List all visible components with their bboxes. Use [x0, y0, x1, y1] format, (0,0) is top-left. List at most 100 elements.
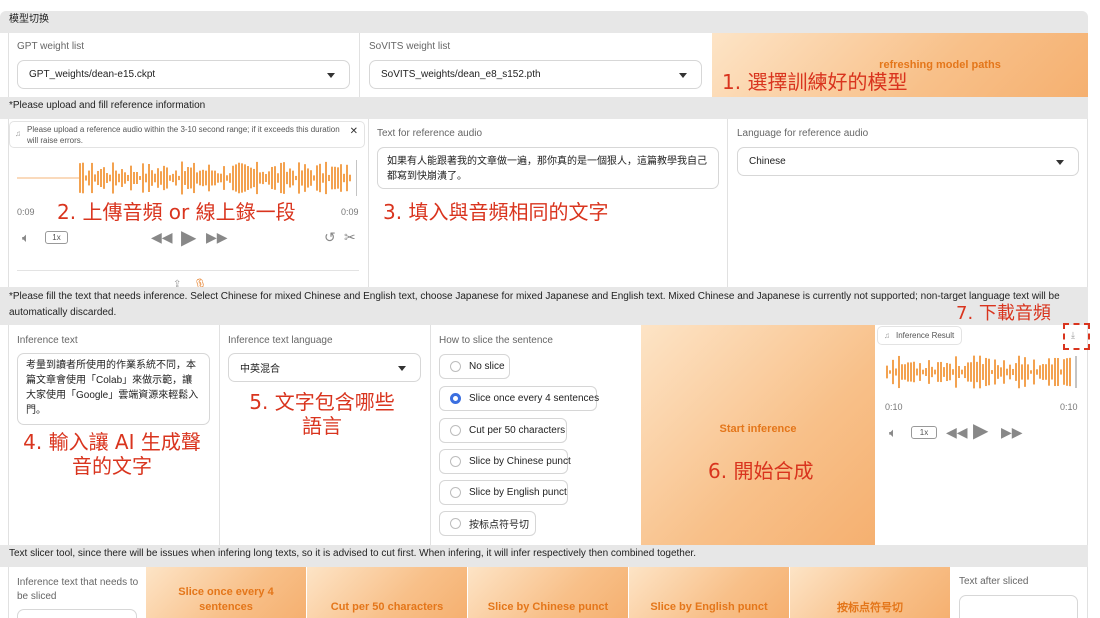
- start-inference-label: Start inference: [719, 423, 797, 435]
- annotation-3: 3. 填入與音頻相同的文字: [383, 200, 609, 224]
- annotation-1: 1. 選擇訓練好的模型: [722, 70, 908, 94]
- option-label: Cut per 50 characters: [469, 425, 566, 436]
- radio-selected-icon: [450, 393, 461, 404]
- slice-option-punctuation[interactable]: 按标点符号切: [439, 511, 536, 536]
- playback-speed-button[interactable]: 1x: [911, 426, 937, 439]
- waveform-graphic: [17, 160, 358, 196]
- undo-icon[interactable]: ↺: [324, 229, 336, 246]
- button-label: Slice by Chinese punct: [487, 600, 609, 613]
- slicer-button-english-punct[interactable]: Slice by English punct: [629, 567, 789, 618]
- divider: [727, 119, 728, 287]
- music-note-icon: ♫: [884, 331, 890, 340]
- divider: [17, 270, 359, 271]
- chevron-down-icon: [398, 365, 406, 371]
- button-label: Cut per 50 characters: [330, 600, 444, 613]
- slicer-input-field[interactable]: [17, 609, 137, 618]
- download-highlight: [1063, 323, 1090, 350]
- waveform-bars: [886, 355, 1071, 389]
- gpt-weight-select[interactable]: GPT_weights/dean-e15.ckpt: [17, 60, 350, 89]
- sovits-weight-select[interactable]: SoVITS_weights/dean_e8_s152.pth: [369, 60, 702, 89]
- annotation-7: 7. 下載音頻: [956, 303, 1051, 324]
- annotation-6: 6. 開始合成: [708, 459, 814, 483]
- slicer-button-punctuation[interactable]: 按标点符号切: [790, 567, 950, 618]
- inference-text-label: Inference text: [17, 335, 78, 346]
- reference-language-select[interactable]: Chinese: [737, 147, 1079, 176]
- inference-language-select[interactable]: 中英混合: [228, 353, 421, 382]
- chevron-down-icon: [679, 72, 687, 78]
- option-label: 按标点符号切: [469, 520, 529, 531]
- slice-option-chinese-punct[interactable]: Slice by Chinese punct: [439, 449, 571, 474]
- current-time: 0:09: [17, 207, 35, 217]
- volume-icon[interactable]: 🔈︎: [889, 425, 897, 441]
- divider: [359, 33, 360, 97]
- fast-forward-icon[interactable]: ▶▶: [206, 229, 228, 246]
- gpt-label: GPT weight list: [17, 41, 85, 52]
- duration: 0:09: [341, 207, 359, 217]
- section-header-model: 模型切换: [0, 11, 1088, 33]
- section-header-reference: *Please upload and fill reference inform…: [0, 97, 1088, 119]
- radio-icon: [450, 487, 461, 498]
- option-label: Slice by English punct: [469, 487, 567, 498]
- chevron-down-icon: [327, 72, 335, 78]
- radio-icon: [450, 361, 461, 372]
- slice-option-50-chars[interactable]: Cut per 50 characters: [439, 418, 567, 443]
- button-label: 按标点符号切: [837, 601, 903, 614]
- reference-waveform[interactable]: [17, 158, 358, 198]
- slice-option-no-slice[interactable]: No slice: [439, 354, 510, 379]
- section-title: Text slicer tool, since there will be is…: [9, 548, 696, 559]
- button-label: Slice once every 4 sentences: [178, 585, 274, 613]
- slicer-input-label: Inference text that needs to be sliced: [17, 577, 139, 602]
- music-note-icon: ♫: [15, 129, 21, 138]
- duration: 0:10: [1060, 402, 1078, 412]
- option-label: Slice once every 4 sentences: [469, 393, 600, 404]
- volume-icon[interactable]: 🔈︎: [22, 230, 30, 246]
- play-icon[interactable]: ▶: [973, 421, 988, 441]
- inference-language-label: Inference text language: [228, 335, 333, 346]
- playback-speed-button[interactable]: 1x: [45, 231, 68, 244]
- waveform-bars: [79, 161, 351, 195]
- reference-language-label: Language for reference audio: [737, 128, 869, 139]
- sovits-label: SoVITS weight list: [369, 41, 451, 52]
- waveform-graphic: [886, 355, 1077, 389]
- reference-audio-notice: ♫ Please upload a reference audio within…: [9, 121, 365, 148]
- slice-method-label: How to slice the sentence: [439, 335, 553, 346]
- gpt-weight-value: GPT_weights/dean-e15.ckpt: [29, 69, 156, 80]
- rewind-icon[interactable]: ◀◀: [151, 229, 173, 246]
- result-waveform[interactable]: [885, 352, 1078, 392]
- download-icon[interactable]: ⤓: [1071, 330, 1075, 341]
- slicer-output-field[interactable]: [959, 595, 1078, 618]
- reference-text-input[interactable]: 如果有人能跟著我的文章做一遍，那你真的是一個狠人，這篇教學我自己都寫到快崩潰了。: [377, 147, 719, 189]
- button-label: Slice by English punct: [650, 600, 768, 613]
- rewind-icon[interactable]: ◀◀: [946, 424, 968, 441]
- slice-option-every-4[interactable]: Slice once every 4 sentences: [439, 386, 600, 411]
- reference-text-label: Text for reference audio: [377, 128, 483, 139]
- play-icon[interactable]: ▶: [181, 228, 196, 248]
- start-inference-button[interactable]: Start inference: [641, 325, 875, 545]
- slicer-button-every-4[interactable]: Slice once every 4 sentences: [146, 567, 306, 618]
- fast-forward-icon[interactable]: ▶▶: [1001, 424, 1023, 441]
- slice-option-english-punct[interactable]: Slice by English punct: [439, 480, 568, 505]
- notice-text: Please upload a reference audio within t…: [27, 125, 340, 145]
- section-header-inference: *Please fill the text that needs inferen…: [0, 287, 1088, 325]
- section-title: 模型切换: [9, 14, 49, 25]
- current-time: 0:10: [885, 402, 903, 412]
- inference-text-input[interactable]: 考量到讀者所使用的作業系統不同，本篇文章會使用「Colab」來做示範，讓大家使用…: [17, 353, 210, 425]
- sovits-weight-value: SoVITS_weights/dean_e8_s152.pth: [381, 69, 541, 80]
- option-label: Slice by Chinese punct: [469, 456, 571, 467]
- scissors-icon[interactable]: ✂: [344, 229, 356, 246]
- inference-language-value: 中英混合: [240, 364, 280, 375]
- divider: [430, 325, 431, 545]
- divider: [368, 119, 369, 287]
- inference-result-label: ♫ Inference Result: [877, 326, 962, 345]
- option-label: No slice: [469, 361, 505, 372]
- section-header-slicer: Text slicer tool, since there will be is…: [0, 545, 1088, 567]
- slicer-button-50-chars[interactable]: Cut per 50 characters: [307, 567, 467, 618]
- close-icon[interactable]: ✕: [350, 126, 358, 137]
- radio-icon: [450, 456, 461, 467]
- result-label-text: Inference Result: [896, 331, 955, 340]
- section-title: *Please fill the text that needs inferen…: [9, 291, 1060, 318]
- chevron-down-icon: [1056, 159, 1064, 165]
- annotation-4: 4. 輸入讓 AI 生成聲音的文字: [23, 430, 201, 478]
- slicer-button-chinese-punct[interactable]: Slice by Chinese punct: [468, 567, 628, 618]
- annotation-2: 2. 上傳音頻 or 線上錄一段: [57, 200, 296, 224]
